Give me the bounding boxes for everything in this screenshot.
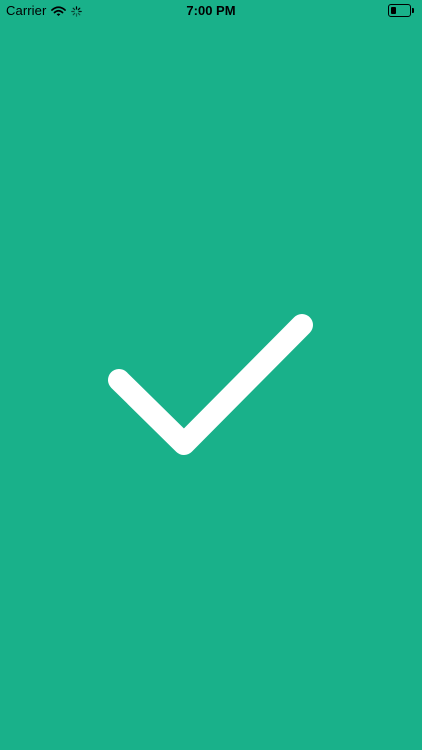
checkmark-icon	[108, 314, 313, 455]
success-screen: Carrier 7:00 PM	[0, 0, 422, 750]
